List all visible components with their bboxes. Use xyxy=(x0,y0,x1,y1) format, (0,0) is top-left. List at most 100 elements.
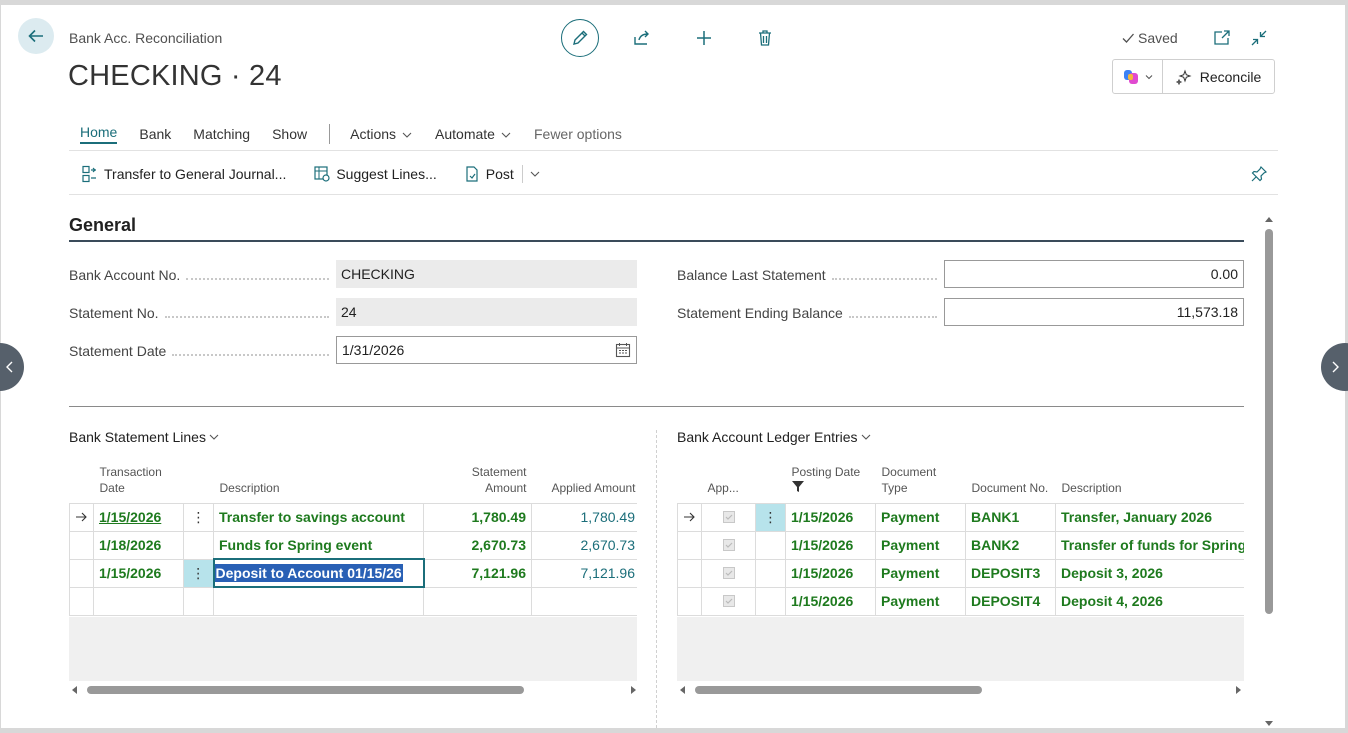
fewer-options-link[interactable]: Fewer options xyxy=(534,126,622,142)
tab-bank[interactable]: Bank xyxy=(139,126,171,142)
transfer-to-general-journal-button[interactable]: Transfer to General Journal... xyxy=(81,165,286,183)
statement-ending-balance-field[interactable]: 11,573.18 xyxy=(944,298,1244,326)
document-type-cell[interactable]: Payment xyxy=(875,502,966,532)
table-row[interactable]: 1/15/2026 Payment BANK2 Transfer of fund… xyxy=(677,530,1244,560)
share-button[interactable] xyxy=(631,27,653,49)
applied-checkbox-cell[interactable] xyxy=(701,586,756,616)
delete-button[interactable] xyxy=(754,27,776,49)
statement-amount-cell[interactable]: 1,780.49 xyxy=(423,502,532,532)
table-row[interactable]: 1/15/2026 Payment DEPOSIT4 Deposit 4, 20… xyxy=(677,586,1244,616)
applied-amount-cell[interactable]: 1,780.49 xyxy=(531,502,637,532)
balance-last-statement-field[interactable]: 0.00 xyxy=(944,260,1244,288)
table-row[interactable]: 1/15/2026 Payment DEPOSIT3 Deposit 3, 20… xyxy=(677,558,1244,588)
back-button[interactable] xyxy=(18,18,54,54)
row-menu-cell[interactable] xyxy=(755,558,786,588)
horizontal-scrollbar[interactable] xyxy=(71,683,637,697)
posting-date-cell[interactable]: 1/15/2026 xyxy=(785,558,876,588)
document-no-cell[interactable]: BANK1 xyxy=(965,502,1056,532)
vertical-scrollbar[interactable] xyxy=(1264,215,1274,728)
row-menu-cell[interactable] xyxy=(183,530,214,560)
transaction-date-cell[interactable]: 1/15/2026 xyxy=(93,558,184,588)
tab-automate[interactable]: Automate xyxy=(435,126,512,142)
scroll-thumb[interactable] xyxy=(87,686,524,694)
empty-cell[interactable] xyxy=(93,586,184,616)
document-no-cell[interactable]: DEPOSIT4 xyxy=(965,586,1056,616)
calendar-icon[interactable] xyxy=(615,342,631,358)
description-cell[interactable]: Transfer, January 2026 xyxy=(1055,502,1244,532)
reconcile-button[interactable]: Reconcile xyxy=(1163,60,1274,93)
row-menu-cell[interactable] xyxy=(755,586,786,616)
statement-amount-cell[interactable]: 2,670.73 xyxy=(423,530,532,560)
tab-matching[interactable]: Matching xyxy=(193,126,250,142)
open-new-window-button[interactable] xyxy=(1211,27,1233,49)
applied-amount-cell[interactable]: 2,670.73 xyxy=(531,530,637,560)
applied-amount-cell[interactable]: 7,121.96 xyxy=(531,558,637,588)
statement-amount-cell[interactable]: 7,121.96 xyxy=(423,558,532,588)
transaction-date-cell[interactable]: 1/18/2026 xyxy=(93,530,184,560)
chevron-down-icon[interactable] xyxy=(529,168,541,180)
col-header-description[interactable]: Description xyxy=(214,457,424,503)
scroll-right-icon[interactable] xyxy=(1234,686,1242,694)
applied-checkbox[interactable] xyxy=(722,595,735,607)
document-no-cell[interactable]: BANK2 xyxy=(965,530,1056,560)
applied-checkbox-cell[interactable] xyxy=(701,558,756,588)
posting-date-cell[interactable]: 1/15/2026 xyxy=(785,530,876,560)
col-header-applied[interactable]: App... xyxy=(702,457,756,503)
posting-date-cell[interactable]: 1/15/2026 xyxy=(785,502,876,532)
col-header-transaction-date[interactable]: Transaction Date xyxy=(94,457,184,503)
pin-button[interactable] xyxy=(1248,163,1270,185)
empty-cell[interactable] xyxy=(423,586,532,616)
filter-icon[interactable] xyxy=(791,480,804,492)
row-menu-cell[interactable] xyxy=(755,530,786,560)
col-header-applied-amount[interactable]: Applied Amount xyxy=(532,457,638,503)
document-type-cell[interactable]: Payment xyxy=(875,586,966,616)
copilot-button[interactable] xyxy=(1113,60,1163,93)
edit-button[interactable] xyxy=(561,19,599,57)
col-header-document-no[interactable]: Document No. xyxy=(966,457,1056,503)
empty-cell[interactable] xyxy=(531,586,637,616)
applied-checkbox-cell[interactable] xyxy=(701,502,756,532)
col-header-document-type[interactable]: Document Type xyxy=(876,457,966,503)
suggest-lines-button[interactable]: Suggest Lines... xyxy=(313,165,437,183)
description-cell[interactable]: Transfer to savings account xyxy=(213,502,424,532)
description-input-active[interactable]: Deposit to Account 01/15/26 xyxy=(212,558,425,588)
scroll-right-icon[interactable] xyxy=(629,686,637,694)
col-header-posting-date[interactable]: Posting Date xyxy=(786,457,876,503)
tab-show[interactable]: Show xyxy=(272,126,307,142)
applied-checkbox-cell[interactable] xyxy=(701,530,756,560)
description-cell[interactable]: Deposit 3, 2026 xyxy=(1055,558,1244,588)
table-row[interactable]: 1/18/2026 Funds for Spring event 2,670.7… xyxy=(69,530,637,560)
transaction-date-cell[interactable]: 1/15/2026 xyxy=(93,502,184,532)
scroll-down-icon[interactable] xyxy=(1264,720,1274,728)
table-row[interactable]: 1/15/2026 ⋮ Transfer to savings account … xyxy=(69,502,637,532)
new-button[interactable] xyxy=(693,27,715,49)
empty-row[interactable] xyxy=(69,586,637,616)
collapse-button[interactable] xyxy=(1248,27,1270,49)
empty-cell[interactable] xyxy=(213,586,424,616)
document-no-cell[interactable]: DEPOSIT3 xyxy=(965,558,1056,588)
row-menu-button[interactable]: ⋮ xyxy=(755,502,786,532)
table-row[interactable]: ⋮ 1/15/2026 Payment BANK1 Transfer, Janu… xyxy=(677,502,1244,532)
document-type-cell[interactable]: Payment xyxy=(875,558,966,588)
row-menu-button[interactable]: ⋮ xyxy=(183,502,214,532)
col-header-statement-amount[interactable]: Statement Amount xyxy=(424,457,532,503)
applied-checkbox[interactable] xyxy=(722,567,735,579)
scroll-left-icon[interactable] xyxy=(679,686,687,694)
tab-home[interactable]: Home xyxy=(80,124,118,144)
posting-date-cell[interactable]: 1/15/2026 xyxy=(785,586,876,616)
description-cell[interactable]: Deposit 4, 2026 xyxy=(1055,586,1244,616)
bank-account-ledger-entries-title[interactable]: Bank Account Ledger Entries xyxy=(677,429,872,445)
pane-splitter[interactable] xyxy=(656,430,657,728)
scroll-up-icon[interactable] xyxy=(1264,215,1274,223)
applied-checkbox[interactable] xyxy=(722,511,735,523)
tab-actions[interactable]: Actions xyxy=(350,126,413,142)
statement-date-field[interactable]: 1/31/2026 xyxy=(336,336,637,364)
description-cell[interactable]: Funds for Spring event xyxy=(213,530,424,560)
bank-statement-lines-title[interactable]: Bank Statement Lines xyxy=(69,429,220,445)
scroll-left-icon[interactable] xyxy=(71,686,79,694)
post-button[interactable]: Post xyxy=(464,165,541,183)
document-type-cell[interactable]: Payment xyxy=(875,530,966,560)
table-row[interactable]: 1/15/2026 ⋮ Deposit to Account 01/15/26 … xyxy=(69,558,637,588)
scroll-thumb[interactable] xyxy=(1265,229,1273,614)
applied-checkbox[interactable] xyxy=(722,539,735,551)
